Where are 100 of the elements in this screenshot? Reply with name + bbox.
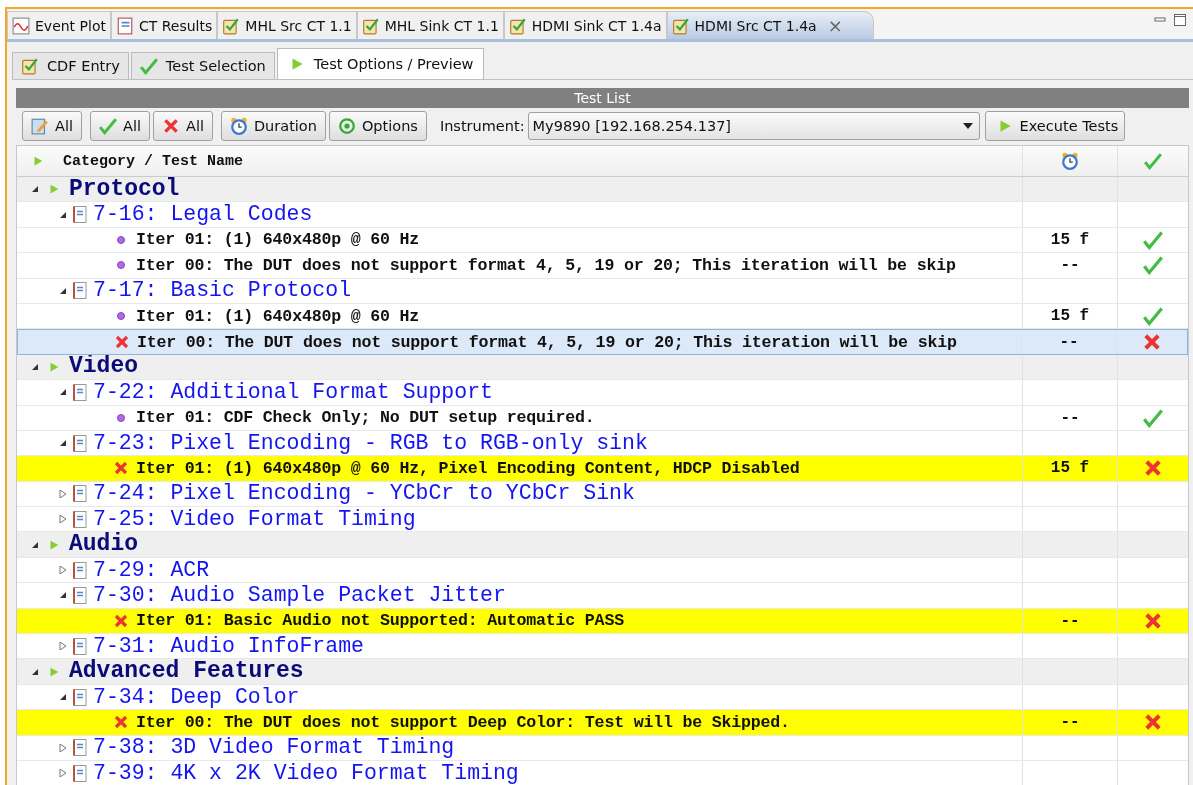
check-icon — [1144, 152, 1162, 170]
editor-tab[interactable]: HDMI Sink CT 1.4a — [503, 11, 667, 39]
document-icon — [73, 281, 87, 301]
category-name[interactable]: Protocol — [69, 177, 180, 202]
clipboard-icon — [671, 16, 690, 35]
edit-icon — [31, 117, 49, 135]
cross-icon — [161, 117, 180, 135]
maximize-icon[interactable] — [1173, 13, 1187, 27]
test-name[interactable]: 7-31: Audio InfoFrame — [93, 634, 364, 659]
collapsed-icon[interactable] — [59, 566, 67, 575]
document-icon — [73, 433, 87, 453]
test-name[interactable]: 7-22: Additional Format Support — [93, 380, 493, 405]
expanded-icon[interactable] — [31, 185, 39, 194]
collapsed-icon[interactable] — [59, 743, 67, 752]
duration-text: -- — [1060, 611, 1080, 630]
iteration-row[interactable]: Iter 01: (1) 640x480p @ 60 Hz 15 f — [17, 227, 1188, 254]
clipboard-icon — [508, 16, 527, 35]
test-name[interactable]: 7-38: 3D Video Format Timing — [93, 735, 455, 760]
test-name[interactable]: 7-34: Deep Color — [93, 684, 300, 710]
alarm-clock-icon — [1061, 152, 1079, 170]
collapsed-icon[interactable] — [59, 515, 67, 524]
document-icon — [73, 509, 87, 529]
expanded-icon[interactable] — [59, 286, 67, 295]
expanded-icon[interactable] — [31, 362, 39, 371]
instrument-dropdown[interactable]: My9890 [192.168.254.137] — [527, 112, 980, 140]
iteration-text: Iter 01: CDF Check Only; No DUT setup required. — [136, 408, 595, 428]
expanded-icon[interactable] — [59, 210, 67, 219]
duration-text: -- — [1059, 333, 1079, 352]
iteration-row[interactable]: Iter 01: Basic Audio not Supported: Automatic PASS -- — [17, 608, 1188, 635]
toolbar-button[interactable]: All — [152, 111, 213, 141]
category-name[interactable]: Video — [69, 354, 138, 380]
clipboard-icon — [361, 16, 380, 35]
duration-text: -- — [1060, 713, 1080, 732]
expanded-icon[interactable] — [59, 439, 67, 448]
toolbar-button[interactable]: All — [90, 111, 150, 141]
expanded-icon[interactable] — [31, 540, 39, 549]
iteration-row[interactable]: Iter 00: The DUT does not support format 4, 5, 19 or 20; This iteration will be skip -- — [17, 329, 1188, 355]
document-icon — [73, 560, 87, 580]
chart-icon — [12, 16, 30, 35]
expanded-icon[interactable] — [59, 591, 67, 600]
clipboard-icon — [21, 57, 39, 75]
notebook-icon — [115, 16, 134, 35]
test-name[interactable]: 7-29: ACR — [93, 557, 210, 583]
sub-tab[interactable]: CDF Entry — [12, 52, 129, 79]
document-icon — [73, 738, 87, 758]
execute-tests-button[interactable]: Execute Tests — [984, 111, 1126, 141]
document-icon — [73, 687, 87, 707]
panel-title: Test List — [16, 88, 1189, 108]
instrument-label: Instrument: — [439, 118, 525, 134]
document-icon — [73, 585, 87, 605]
document-icon — [73, 382, 87, 402]
document-icon — [73, 484, 87, 504]
iteration-text: Iter 01: Basic Audio not Supported: Automatic PASS — [136, 611, 624, 631]
iteration-text: Iter 00: The DUT does not support Deep Color: Test will be Skipped. — [136, 712, 790, 732]
test-name[interactable]: 7-16: Legal Codes — [93, 202, 313, 227]
caret-icon — [962, 123, 973, 129]
duration-text: 15 f — [1050, 459, 1090, 478]
iteration-row[interactable]: Iter 00: The DUT does not support format 4, 5, 19 or 20; This iteration will be skip -- — [17, 253, 1188, 279]
toolbar-button[interactable]: All — [22, 111, 82, 141]
collapsed-icon[interactable] — [59, 642, 67, 651]
expanded-icon[interactable] — [59, 388, 67, 397]
editor-tab[interactable]: CT Results — [110, 11, 218, 39]
test-name[interactable]: 7-30: Audio Sample Packet Jitter — [93, 583, 506, 608]
iteration-text: Iter 00: The DUT does not support format 4, 5, 19 or 20; This iteration will be skip — [136, 255, 956, 275]
column-header: Category / Test Name — [63, 152, 244, 170]
test-name[interactable]: 7-24: Pixel Encoding - YCbCr to YCbCr Sink — [93, 481, 635, 507]
editor-tab[interactable]: HDMI Src CT 1.4a × — [666, 11, 874, 39]
expanded-icon[interactable] — [31, 667, 39, 676]
iteration-text: Iter 01: (1) 640x480p @ 60 Hz — [136, 306, 419, 326]
iteration-text: Iter 01: (1) 640x480p @ 60 Hz — [136, 230, 419, 250]
duration-text: -- — [1060, 256, 1080, 275]
duration-text: 15 f — [1050, 307, 1090, 326]
category-name[interactable]: Advanced Features — [69, 659, 304, 684]
test-name[interactable]: 7-17: Basic Protocol — [93, 278, 352, 303]
expanded-icon[interactable] — [59, 693, 67, 701]
iteration-text: Iter 01: (1) 640x480p @ 60 Hz, Pixel Encoding Content, HDCP Disabled — [136, 459, 800, 478]
toolbar-button[interactable]: Options — [328, 111, 427, 141]
clipboard-icon — [222, 16, 241, 35]
iteration-row[interactable]: Iter 01: CDF Check Only; No DUT setup required. -- — [17, 405, 1188, 431]
check-icon — [139, 57, 158, 75]
document-icon — [73, 205, 87, 225]
target-icon — [337, 117, 356, 135]
iteration-row[interactable]: Iter 01: (1) 640x480p @ 60 Hz, Pixel Encoding Content, HDCP Disabled 15 f — [17, 456, 1188, 482]
document-icon — [73, 636, 87, 656]
toolbar-button[interactable]: Duration — [220, 111, 326, 141]
editor-tab[interactable]: Event Plot — [7, 11, 111, 39]
sub-tab[interactable]: Test Selection — [130, 52, 275, 79]
check-icon — [99, 117, 117, 135]
test-name[interactable]: 7-23: Pixel Encoding - RGB to RGB-only sink — [93, 430, 648, 456]
test-name[interactable]: 7-25: Video Format Timing — [93, 507, 416, 532]
collapsed-icon[interactable] — [59, 489, 67, 498]
test-name[interactable]: 7-39: 4K x 2K Video Format Timing — [93, 761, 519, 785]
category-name[interactable]: Audio — [69, 532, 138, 557]
iteration-text: Iter 00: The DUT does not support format 4, 5, 19 or 20; This iteration will be skip — [137, 332, 957, 352]
close-icon[interactable]: × — [827, 15, 843, 36]
editor-tab[interactable]: MHL Src CT 1.1 — [217, 11, 357, 39]
iteration-row[interactable]: Iter 00: The DUT does not support Deep Color: Test will be Skipped. -- — [17, 710, 1188, 736]
sub-tab[interactable]: Test Options / Preview — [276, 48, 485, 79]
editor-tab[interactable]: MHL Sink CT 1.1 — [356, 11, 504, 39]
collapsed-icon[interactable] — [59, 769, 67, 778]
